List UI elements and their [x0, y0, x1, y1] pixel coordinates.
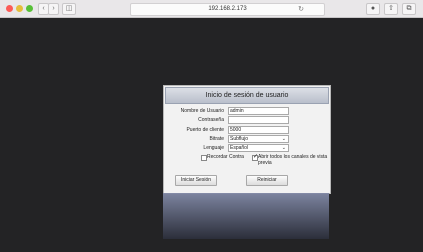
bitrate-select[interactable]: Subflujo ⌄ — [228, 135, 289, 143]
password-row: Contraseña — [164, 116, 330, 124]
language-select[interactable]: Español ⌄ — [228, 144, 289, 152]
username-label: Nombre de Usuario — [180, 108, 224, 114]
sidebar-icon[interactable]: ◫ — [62, 3, 76, 15]
password-label: Contraseña — [198, 117, 224, 123]
port-label: Puerto de cliente — [186, 127, 224, 133]
port-input[interactable]: 5000 — [228, 126, 289, 134]
language-value: Español — [230, 145, 249, 151]
login-title: Inicio de sesión de usuario — [165, 87, 329, 104]
username-input[interactable]: admin — [228, 107, 289, 115]
address-text: 192.168.2.173 — [208, 6, 247, 12]
bitrate-row: Bitrate Subflujo ⌄ — [164, 135, 330, 143]
zoom-window-button[interactable] — [26, 5, 33, 12]
open-all-label-cont: previa — [258, 160, 272, 166]
language-row: Lenguaje Español ⌄ — [164, 144, 330, 152]
login-button[interactable]: Iniciar Sesión — [175, 175, 217, 186]
close-window-button[interactable] — [6, 5, 13, 12]
panel-reflection — [163, 193, 329, 239]
browser-window: ‹ › ◫ 192.168.2.173 ↻ ● ⇧ ⧉ Inicio de se… — [0, 0, 423, 252]
info-icon[interactable]: ● — [366, 3, 380, 15]
bitrate-label: Bitrate — [209, 136, 224, 142]
chevron-down-icon: ⌄ — [281, 145, 286, 151]
language-label: Lenguaje — [203, 145, 224, 151]
remember-label: Recordar Contra — [207, 154, 244, 160]
reset-button[interactable]: Reiniciar — [246, 175, 288, 186]
login-panel: Inicio de sesión de usuario Nombre de Us… — [163, 85, 331, 194]
reload-icon[interactable]: ↻ — [298, 4, 304, 15]
tabs-icon[interactable]: ⧉ — [402, 3, 416, 15]
chevron-down-icon: ⌄ — [281, 136, 286, 142]
address-bar[interactable]: 192.168.2.173 ↻ — [130, 3, 325, 16]
bitrate-value: Subflujo — [230, 136, 249, 142]
username-row: Nombre de Usuario admin — [164, 107, 330, 115]
minimize-window-button[interactable] — [16, 5, 23, 12]
forward-button[interactable]: › — [48, 3, 59, 15]
port-row: Puerto de cliente 5000 — [164, 126, 330, 134]
share-icon[interactable]: ⇧ — [384, 3, 398, 15]
browser-toolbar: ‹ › ◫ 192.168.2.173 ↻ ● ⇧ ⧉ — [0, 0, 423, 18]
password-input[interactable] — [228, 116, 289, 124]
